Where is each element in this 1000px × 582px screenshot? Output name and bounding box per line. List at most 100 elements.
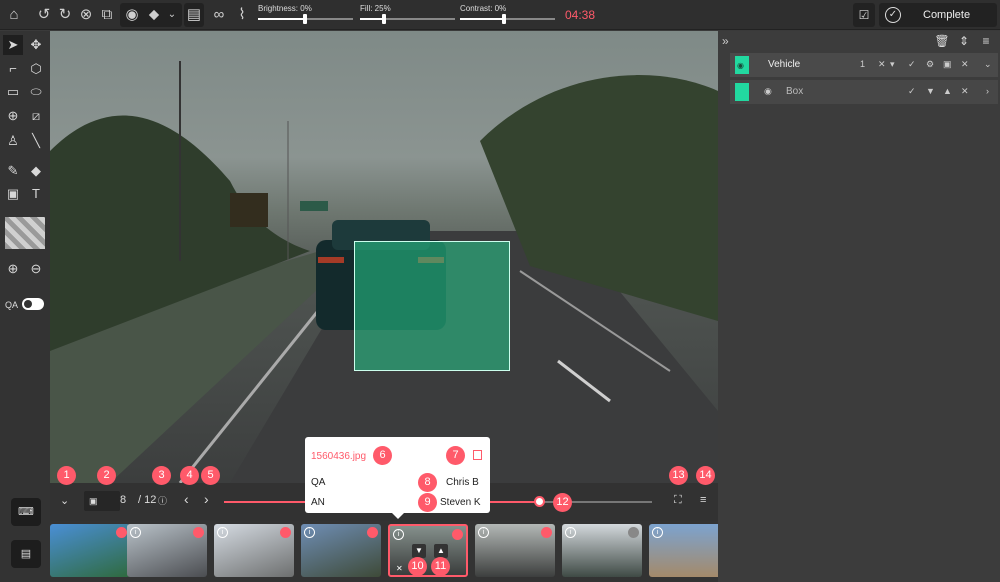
contrast-knob[interactable] <box>502 14 506 24</box>
popup-qa-label: QA <box>311 477 326 488</box>
brightness-slider[interactable]: Brightness: 0% <box>258 4 353 24</box>
thumbs-down-icon[interactable]: ▼ <box>926 86 935 96</box>
popup-an-label: AN <box>311 497 325 508</box>
annotation-row[interactable]: ◉ Box ✓ ▼ ▲ ✕ › <box>730 80 998 104</box>
zoom-in-icon[interactable]: ⊕ <box>3 259 23 279</box>
chevron-down-icon[interactable]: ⌄ <box>160 3 184 27</box>
thumbnail-selected[interactable]: i ▼ ▲ ✕ <box>388 524 468 577</box>
page-total: / 12 <box>138 494 157 506</box>
document-icon[interactable]: ▤ <box>11 540 41 568</box>
previous-icon[interactable]: ‹ <box>184 491 189 507</box>
collapse-panel-icon[interactable]: » <box>722 34 729 48</box>
expand-icon[interactable]: ⌄ <box>984 59 992 70</box>
trash-icon[interactable]: 🗑 <box>934 33 950 49</box>
comment-icon[interactable]: ▣ <box>3 184 23 204</box>
thumbnail[interactable] <box>50 524 130 577</box>
home-icon[interactable]: ⌂ <box>2 3 26 27</box>
thumbnail[interactable]: i <box>127 524 207 577</box>
fill-pattern[interactable] <box>5 217 45 249</box>
timer: 04:38 <box>565 8 596 22</box>
info-icon[interactable]: ⓘ <box>158 494 167 507</box>
eye-icon[interactable]: ◉ <box>120 3 144 27</box>
brightness-knob[interactable] <box>303 14 307 24</box>
link-icon[interactable]: ∞ <box>207 3 231 27</box>
callout-badge: 9 <box>418 493 437 512</box>
rectangle-icon[interactable]: ▭ <box>3 82 23 102</box>
annotation-panel: » 🗑 ⇕ ≡ ◉ Vehicle 1 ✕ ▾ ✓ ⚙ ▣ ✕ ⌄ ◉ Box … <box>718 31 1000 582</box>
qa-label: QA <box>5 300 19 310</box>
callout-badge: 12 <box>553 493 572 512</box>
callout-badge: 13 <box>669 466 688 485</box>
thumbs-up-icon[interactable]: ▲ <box>434 544 448 558</box>
annotation-type: Box <box>786 86 804 97</box>
chevron-down-icon[interactable]: ▾ <box>890 59 895 70</box>
complete-button[interactable]: ✓ Complete <box>879 3 997 27</box>
fill-label: Fill: 25% <box>360 4 391 13</box>
close-icon[interactable]: ✕ <box>878 59 886 70</box>
top-toolbar: ⌂ ↺ ↻ ⊗ ⧉ ◉ ⬥ ⌄ ▤ ∞ ⌇ Brightness: 0% Fil… <box>0 0 1000 30</box>
collapse-thumbnails-icon[interactable]: ⌄ <box>60 494 69 507</box>
thumbnail[interactable]: i <box>475 524 555 577</box>
callout-badge: 8 <box>418 473 437 492</box>
callout-badge: 6 <box>373 446 392 465</box>
point-icon[interactable]: ⊕ <box>3 106 23 126</box>
eye-icon[interactable]: ◉ <box>764 86 772 97</box>
line-icon[interactable]: ╲ <box>26 131 46 151</box>
transform-icon[interactable]: ⧉ <box>95 3 119 27</box>
fill-slider[interactable]: Fill: 25% <box>360 4 455 24</box>
callout-badge: 1 <box>57 466 76 485</box>
comment-group: ▤ <box>184 3 204 27</box>
popup-an-user: Steven K <box>440 497 481 508</box>
next-icon[interactable]: › <box>204 491 209 507</box>
comment-icon[interactable]: ▤ <box>182 3 206 27</box>
copy-icon[interactable] <box>473 450 482 460</box>
text-icon[interactable]: T <box>26 184 46 204</box>
eraser-icon[interactable]: ◆ <box>26 161 46 181</box>
qa-toggle[interactable] <box>22 298 44 310</box>
check-icon[interactable]: ✓ <box>908 59 916 70</box>
check-icon[interactable]: ✓ <box>908 86 916 97</box>
fill-knob[interactable] <box>382 14 386 24</box>
filter-icon[interactable]: ≡ <box>978 33 994 49</box>
skeleton-icon[interactable]: ♙ <box>3 131 23 151</box>
cursor-icon[interactable]: ➤ <box>3 35 23 55</box>
move-icon[interactable]: ✥ <box>26 35 46 55</box>
lock-icon[interactable]: ▣ <box>943 59 952 70</box>
class-color-swatch: ◉ <box>735 56 749 74</box>
thumbs-down-icon[interactable]: ▼ <box>412 544 426 558</box>
bounding-box-vehicle[interactable] <box>354 241 510 371</box>
eye-icon[interactable]: ◉ <box>737 61 744 70</box>
close-icon[interactable]: ✕ <box>961 86 969 97</box>
polygon-icon[interactable]: ⬡ <box>26 59 46 79</box>
callout-badge: 7 <box>446 446 465 465</box>
filter-icon[interactable]: ≡ <box>700 494 706 506</box>
thumbnail[interactable]: i <box>301 524 381 577</box>
clipboard-check-icon[interactable]: ☑ <box>853 3 875 27</box>
thumbs-up-icon[interactable]: ▲ <box>943 86 952 96</box>
view-group: ◉ ⬥ ⌄ <box>120 3 182 27</box>
zoom-out-icon[interactable]: ⊖ <box>26 259 46 279</box>
popup-filename[interactable]: 1560436.jpg <box>311 451 366 462</box>
progress-knob[interactable] <box>534 496 545 507</box>
class-row[interactable]: ◉ Vehicle 1 ✕ ▾ ✓ ⚙ ▣ ✕ ⌄ <box>730 53 998 77</box>
contrast-label: Contrast: 0% <box>460 4 507 13</box>
close-icon[interactable]: ✕ <box>961 59 969 70</box>
ellipse-icon[interactable]: ⬭ <box>26 82 46 102</box>
image-canvas[interactable] <box>50 31 718 483</box>
thumbnail[interactable]: i <box>649 524 718 577</box>
contrast-slider[interactable]: Contrast: 0% <box>460 4 555 24</box>
image-icon[interactable]: ▣ <box>84 491 120 511</box>
collapse-all-icon[interactable]: ⇕ <box>956 33 972 49</box>
pin-icon[interactable]: ✕ <box>396 564 403 573</box>
thumbnail[interactable]: i <box>562 524 642 577</box>
settings-icon[interactable]: ⚙ <box>926 59 934 70</box>
page-input[interactable]: 8 <box>120 494 126 506</box>
attachment-icon[interactable]: ⌇ <box>230 3 254 27</box>
fit-screen-icon[interactable]: ⛶ <box>674 494 682 507</box>
keyboard-icon[interactable]: ⌨ <box>11 498 41 526</box>
bezier-icon[interactable]: ⌐ <box>3 59 23 79</box>
chevron-right-icon[interactable]: › <box>986 86 989 96</box>
pen-icon[interactable]: ✎ <box>3 161 23 181</box>
cuboid-icon[interactable]: ⧄ <box>26 106 46 126</box>
thumbnail[interactable]: i <box>214 524 294 577</box>
